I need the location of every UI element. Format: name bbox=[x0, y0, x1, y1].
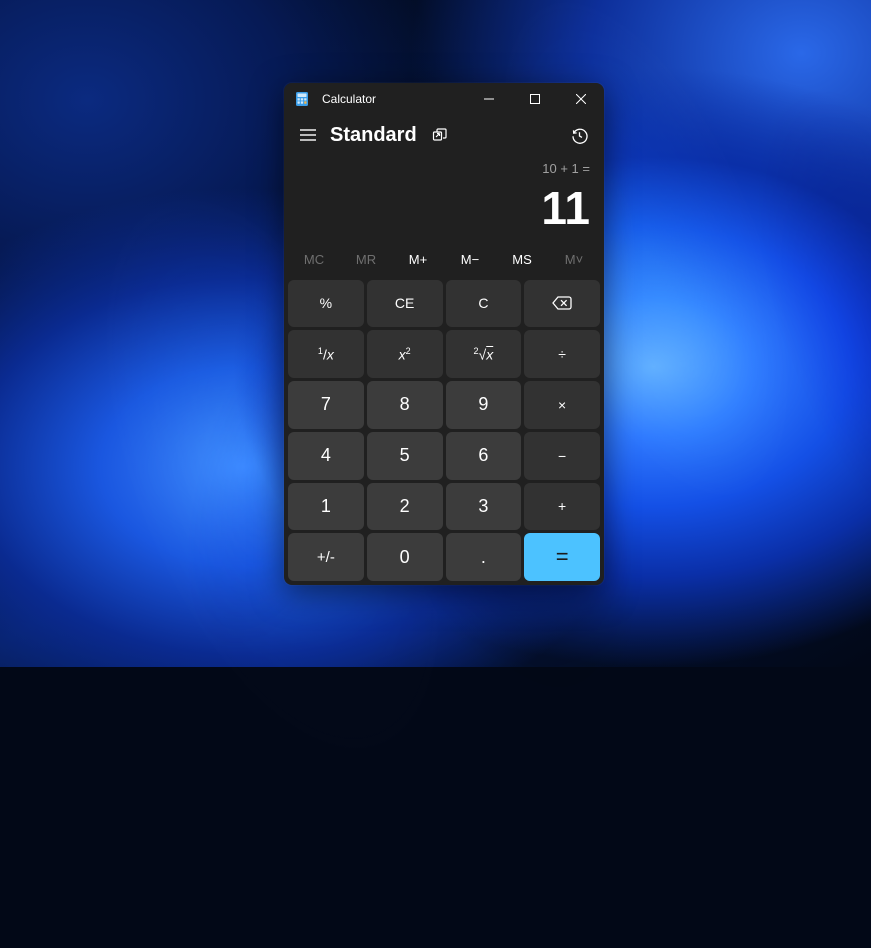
memory-store-button[interactable]: MS bbox=[496, 246, 548, 273]
digit-6-key[interactable]: 6 bbox=[446, 432, 522, 480]
history-button[interactable] bbox=[562, 118, 596, 152]
calculator-window: Calculator Standard bbox=[284, 83, 604, 585]
titlebar[interactable]: Calculator bbox=[284, 83, 604, 115]
window-title: Calculator bbox=[322, 92, 466, 106]
close-button[interactable] bbox=[558, 83, 604, 115]
equals-key[interactable]: = bbox=[524, 533, 600, 581]
backspace-icon bbox=[552, 296, 572, 310]
window-controls bbox=[466, 83, 604, 115]
mode-label: Standard bbox=[330, 124, 417, 147]
digit-1-key[interactable]: 1 bbox=[288, 483, 364, 531]
clear-entry-key[interactable]: CE bbox=[367, 280, 443, 328]
digit-8-key[interactable]: 8 bbox=[367, 381, 443, 429]
keypad: % CE C 1/x x2 2√x ÷ 7 8 9 × 4 5 6 − 1 2 … bbox=[284, 276, 604, 585]
result-text[interactable]: 11 bbox=[298, 183, 590, 234]
keep-on-top-button[interactable] bbox=[423, 118, 457, 152]
digit-2-key[interactable]: 2 bbox=[367, 483, 443, 531]
hamburger-menu-button[interactable] bbox=[288, 117, 328, 153]
expression-text: 10 + 1 = bbox=[298, 161, 590, 181]
percent-key[interactable]: % bbox=[288, 280, 364, 328]
square-root-key[interactable]: 2√x bbox=[446, 330, 522, 378]
digit-9-key[interactable]: 9 bbox=[446, 381, 522, 429]
digit-5-key[interactable]: 5 bbox=[367, 432, 443, 480]
memory-subtract-button[interactable]: M− bbox=[444, 246, 496, 273]
memory-list-button[interactable]: M˅ bbox=[548, 246, 600, 273]
digit-7-key[interactable]: 7 bbox=[288, 381, 364, 429]
backspace-key[interactable] bbox=[524, 280, 600, 328]
square-key[interactable]: x2 bbox=[367, 330, 443, 378]
display: 10 + 1 = 11 bbox=[284, 155, 604, 244]
mode-bar: Standard bbox=[284, 115, 604, 155]
decimal-key[interactable]: . bbox=[446, 533, 522, 581]
calculator-app-icon bbox=[294, 91, 310, 107]
plus-key[interactable]: + bbox=[524, 483, 600, 531]
memory-clear-button[interactable]: MC bbox=[288, 246, 340, 273]
minus-key[interactable]: − bbox=[524, 432, 600, 480]
digit-0-key[interactable]: 0 bbox=[367, 533, 443, 581]
minimize-button[interactable] bbox=[466, 83, 512, 115]
clear-key[interactable]: C bbox=[446, 280, 522, 328]
negate-key[interactable]: +/- bbox=[288, 533, 364, 581]
memory-recall-button[interactable]: MR bbox=[340, 246, 392, 273]
maximize-button[interactable] bbox=[512, 83, 558, 115]
memory-add-button[interactable]: M+ bbox=[392, 246, 444, 273]
digit-4-key[interactable]: 4 bbox=[288, 432, 364, 480]
digit-3-key[interactable]: 3 bbox=[446, 483, 522, 531]
divide-key[interactable]: ÷ bbox=[524, 330, 600, 378]
reciprocal-key[interactable]: 1/x bbox=[288, 330, 364, 378]
memory-row: MC MR M+ M− MS M˅ bbox=[284, 244, 604, 276]
multiply-key[interactable]: × bbox=[524, 381, 600, 429]
